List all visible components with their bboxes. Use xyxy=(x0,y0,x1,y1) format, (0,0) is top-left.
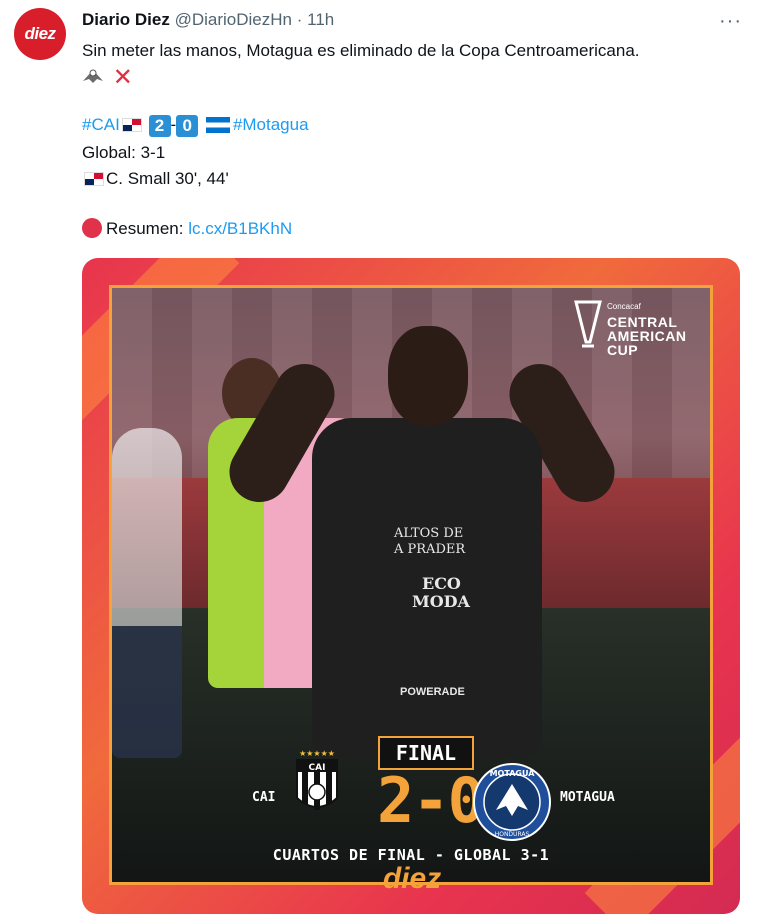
sponsor-text: ECO xyxy=(422,574,461,593)
hashtag-motagua[interactable]: #Motagua xyxy=(233,115,309,134)
panama-flag-icon xyxy=(121,118,142,132)
sponsor-text: A PRADER xyxy=(394,542,466,557)
summary-label: Resumen: xyxy=(106,219,189,238)
summary-line: Resumen: lc.cx/B1BKhN xyxy=(82,218,292,240)
tweet-text-line1: Sin meter las manos, Motagua es eliminad… xyxy=(82,41,640,60)
scorer-line: C. Small 30', 44' xyxy=(82,168,229,190)
score-home-box: 2 xyxy=(148,115,171,137)
global-line: Global: 3-1 xyxy=(82,143,166,162)
score-line: #CAI 2-0 #Motagua xyxy=(82,114,309,137)
crest-away-sub: HONDURAS xyxy=(495,831,530,838)
tweet: diez Diario Diez @DiarioDiezHn · 11h ···… xyxy=(0,0,772,918)
logo-line3: CUP xyxy=(607,342,639,358)
scorer-text: C. Small 30', 44' xyxy=(106,169,229,188)
author-name[interactable]: Diario Diez xyxy=(82,10,170,29)
timestamp[interactable]: 11h xyxy=(307,10,334,29)
motagua-crest-icon: MOTAGUA HONDURAS xyxy=(473,763,551,841)
sponsor-text: POWERADE xyxy=(400,686,465,698)
trophy-icon xyxy=(574,300,602,348)
svg-text:★★★★★: ★★★★★ xyxy=(299,749,335,758)
eagle-icon xyxy=(83,69,103,83)
score-away-box: 0 xyxy=(176,115,199,137)
cross-mark-icon: ✕ xyxy=(112,64,133,91)
honduras-flag-icon xyxy=(205,117,230,133)
logo-line2: AMERICAN xyxy=(607,328,687,344)
avatar[interactable]: diez xyxy=(14,8,66,60)
match-photo: ALTOS DE A PRADER ECO MODA POWERADE Conc… xyxy=(109,285,713,885)
cai-crest-icon: ★★★★★ CAI xyxy=(296,749,338,810)
summary-link[interactable]: lc.cx/B1BKhN xyxy=(188,219,292,238)
background-player xyxy=(112,428,182,758)
tweet-header: Diario Diez @DiarioDiezHn · 11h xyxy=(82,10,732,32)
team-away-name: MOTAGUA xyxy=(560,790,615,805)
red-circle-icon xyxy=(82,218,102,238)
logo-line1: CENTRAL xyxy=(607,314,678,330)
sponsor-text: MODA xyxy=(412,592,470,611)
panama-flag-icon xyxy=(84,172,104,186)
team-home-name: CAI xyxy=(252,790,276,805)
media-image[interactable]: ALTOS DE A PRADER ECO MODA POWERADE Conc… xyxy=(82,258,740,914)
sponsor-text: ALTOS DE xyxy=(394,526,464,541)
diez-brand-logo: diez xyxy=(382,862,442,895)
separator: · xyxy=(296,10,303,29)
author-handle[interactable]: @DiarioDiezHn xyxy=(175,10,292,29)
central-american-cup-logo: Concacaf CENTRAL AMERICAN CUP xyxy=(574,300,687,358)
more-horizontal-icon[interactable]: ··· xyxy=(719,10,742,33)
logo-small: Concacaf xyxy=(607,302,641,311)
emoji-line: ✕ xyxy=(82,64,133,91)
player-head xyxy=(388,326,468,426)
crest-home-text: CAI xyxy=(309,763,326,773)
hashtag-cai[interactable]: #CAI xyxy=(82,115,120,134)
crest-away-text: MOTAGUA xyxy=(490,769,536,778)
